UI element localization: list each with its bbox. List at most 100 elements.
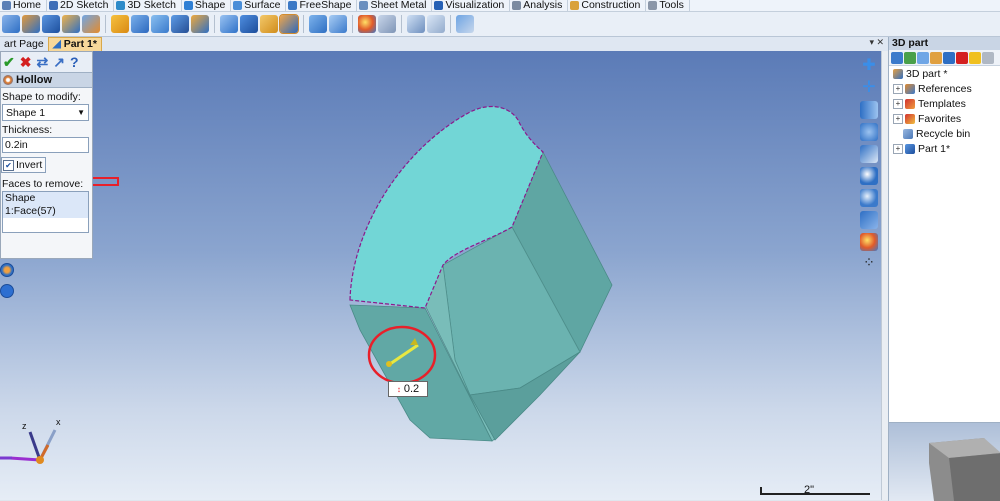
model-canvas[interactable] — [0, 51, 888, 500]
surface-icon — [233, 1, 243, 10]
tools-icon — [648, 1, 658, 10]
menu-tab-label: Shape — [194, 0, 226, 11]
tree-item-label: 3D part * — [906, 67, 948, 80]
move-icon[interactable]: ✛ — [860, 79, 878, 97]
menu-tab-construction[interactable]: Construction — [568, 0, 647, 11]
menu-tab-3d-sketch[interactable]: 3D Sketch — [114, 0, 182, 11]
tab-part-1[interactable]: ◢ Part 1* — [47, 37, 102, 51]
assembly-icon — [893, 68, 903, 79]
boolean-add-icon[interactable] — [220, 15, 238, 33]
pan-icon[interactable]: ✚ — [860, 57, 878, 75]
shape-to-modify-select[interactable]: Shape 1 ▼ — [2, 104, 89, 121]
tree-panel-title: 3D part — [889, 37, 1000, 50]
tree-filter-icon[interactable] — [891, 51, 903, 64]
tab-controls[interactable]: ▾ ✕ — [869, 37, 884, 48]
menu-tab-label: Visualization — [445, 0, 505, 11]
tree-flag-icon[interactable] — [956, 51, 968, 64]
tree-item-label: References — [918, 82, 972, 95]
toolbar-separator — [303, 15, 304, 33]
faces-to-remove-list[interactable]: Shape 1:Face(57) — [2, 191, 89, 233]
shell-icon[interactable] — [171, 15, 189, 33]
shape-to-modify-label: Shape to modify: — [2, 91, 81, 103]
tree-layers-icon[interactable] — [943, 51, 955, 64]
dashed-line-icon[interactable]: ⁘ — [860, 253, 878, 271]
fillet-icon[interactable] — [111, 15, 129, 33]
tree-item-3d-part[interactable]: 3D part * — [889, 66, 1000, 81]
menu-tab-label: Home — [13, 0, 42, 11]
expand-icon[interactable]: + — [893, 83, 903, 94]
settings-gear-icon[interactable] — [0, 284, 14, 298]
tree-item-recycle-bin[interactable]: Recycle bin — [889, 126, 1000, 141]
invert-checkbox[interactable]: ✔ Invert — [1, 157, 47, 173]
zoom-fit-icon[interactable] — [860, 167, 878, 185]
boolean-subtract-icon[interactable] — [240, 15, 258, 33]
thickness-input[interactable]: 0.2in — [2, 137, 89, 153]
scale-bar — [760, 482, 870, 496]
split-icon[interactable] — [260, 15, 278, 33]
menu-tab-shape[interactable]: Shape — [182, 0, 232, 11]
measure-icon[interactable] — [407, 15, 425, 33]
checkbox-check-icon: ✔ — [3, 159, 14, 171]
pin-icon[interactable]: ↗ — [53, 55, 65, 69]
sheet-metal-icon — [359, 1, 369, 10]
tree-item-templates[interactable]: + Templates — [889, 96, 1000, 111]
dimension-value: 0.2 — [403, 383, 420, 395]
tree-item-favorites[interactable]: + Favorites — [889, 111, 1000, 126]
revolve-icon[interactable] — [62, 15, 80, 33]
tree-view-icon[interactable] — [917, 51, 929, 64]
cancel-x-icon[interactable]: ✖ — [20, 55, 32, 69]
extrude-icon[interactable] — [42, 15, 60, 33]
list-item[interactable]: Shape 1:Face(57) — [3, 192, 88, 218]
zoom-in-icon[interactable] — [860, 189, 878, 207]
construction-icon — [570, 1, 580, 10]
chamfer-icon[interactable] — [131, 15, 149, 33]
menu-tab-analysis[interactable]: Analysis — [510, 0, 569, 11]
expand-icon[interactable]: + — [893, 143, 903, 154]
expand-icon[interactable]: + — [893, 113, 903, 124]
sweep-icon[interactable] — [82, 15, 100, 33]
mirror-icon[interactable] — [427, 15, 445, 33]
tree-item-part-1[interactable]: + Part 1* — [889, 141, 1000, 156]
tree-item-references[interactable]: + References — [889, 81, 1000, 96]
ok-check-icon[interactable]: ✔ — [3, 55, 15, 69]
hollow-icon[interactable] — [279, 14, 299, 34]
menu-tab-visualization[interactable]: Visualization — [432, 0, 511, 11]
rotate-view-icon[interactable] — [860, 123, 878, 141]
tree-tools-icon[interactable] — [930, 51, 942, 64]
transform-icon[interactable] — [456, 15, 474, 33]
dimension-arrow-icon: ↕ — [396, 385, 401, 394]
cylinder-icon[interactable] — [22, 15, 40, 33]
help-icon[interactable]: ? — [70, 55, 79, 69]
offset-face-icon[interactable] — [329, 15, 347, 33]
material-icon[interactable] — [378, 15, 396, 33]
scale-label: 2" — [804, 484, 815, 496]
draft-icon[interactable] — [151, 15, 169, 33]
tree-warning-icon[interactable] — [969, 51, 981, 64]
zoom-window-icon[interactable] — [860, 101, 878, 119]
favorites-icon — [905, 113, 915, 124]
view-cube-icon[interactable] — [860, 145, 878, 163]
tab-start-page[interactable]: art Page — [0, 38, 48, 51]
tree-close-icon[interactable] — [982, 51, 994, 64]
pattern-icon[interactable] — [191, 15, 209, 33]
expand-icon[interactable]: + — [893, 98, 903, 109]
menu-tab-home[interactable]: Home — [0, 0, 48, 11]
move-face-icon[interactable] — [309, 15, 327, 33]
menu-tab-sheet-metal[interactable]: Sheet Metal — [357, 0, 433, 11]
color-palette-icon[interactable] — [358, 15, 376, 33]
toolbar-separator — [214, 15, 215, 33]
menu-tab-tools[interactable]: Tools — [646, 0, 690, 11]
menu-tab-2d-sketch[interactable]: 2D Sketch — [47, 0, 115, 11]
3d-viewport[interactable]: ↕ 0.2 z x — [0, 51, 888, 500]
tree-add-icon[interactable] — [904, 51, 916, 64]
section-view-icon[interactable] — [860, 211, 878, 229]
menu-tab-freeshape[interactable]: FreeShape — [286, 0, 358, 11]
shape-select-value: Shape 1 — [6, 106, 46, 119]
preview-icon[interactable]: ⇄ — [36, 55, 48, 69]
box-icon[interactable] — [2, 15, 20, 33]
smart-snap-icon[interactable] — [0, 263, 14, 277]
render-style-icon[interactable] — [860, 233, 878, 251]
dimension-box[interactable]: ↕ 0.2 — [388, 381, 428, 397]
menu-tab-label: 3D Sketch — [127, 0, 176, 11]
menu-tab-surface[interactable]: Surface — [231, 0, 287, 11]
